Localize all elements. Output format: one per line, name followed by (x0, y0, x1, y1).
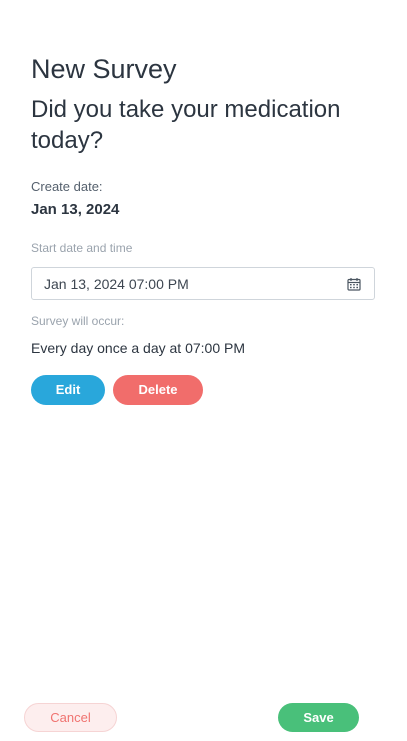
cancel-button[interactable]: Cancel (24, 703, 117, 732)
start-date-value: Jan 13, 2024 07:00 PM (44, 276, 189, 292)
create-date-value: Jan 13, 2024 (31, 201, 120, 218)
survey-panel: New Survey Did you take your medication … (0, 0, 407, 741)
page-title: New Survey (31, 54, 177, 84)
occurrence-value: Every day once a day at 07:00 PM (31, 340, 246, 356)
delete-button[interactable]: Delete (113, 375, 203, 405)
survey-question: Did you take your medication today? (31, 96, 341, 154)
save-button[interactable]: Save (278, 703, 359, 732)
edit-button[interactable]: Edit (31, 375, 105, 405)
create-date-label: Create date: (31, 179, 103, 194)
occurrence-label: Survey will occur: (31, 314, 125, 328)
start-date-label: Start date and time (31, 241, 133, 255)
start-date-input[interactable]: Jan 13, 2024 07:00 PM (31, 267, 375, 300)
calendar-icon[interactable] (347, 277, 361, 291)
